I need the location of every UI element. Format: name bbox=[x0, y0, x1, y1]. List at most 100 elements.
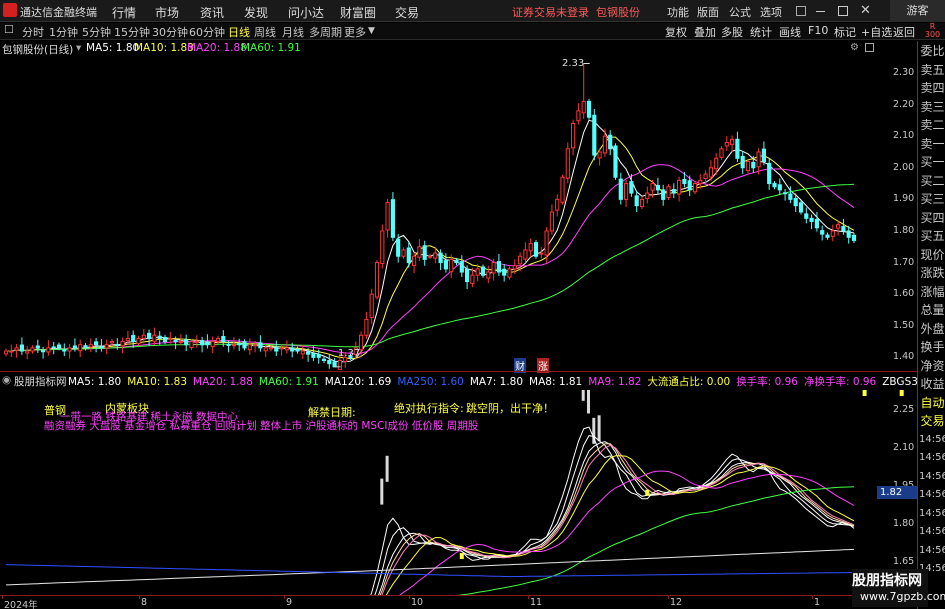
x-tick-mark bbox=[139, 595, 140, 599]
x-tick: 9 bbox=[286, 597, 293, 608]
candle bbox=[30, 345, 35, 354]
btn-biaoji[interactable]: 标记 bbox=[834, 24, 856, 40]
menu-caifuquan[interactable]: 财富圈 bbox=[340, 4, 376, 21]
btn-duogu[interactable]: 多股 bbox=[721, 24, 743, 40]
candle bbox=[14, 344, 19, 358]
btn-tongji[interactable]: 统计 bbox=[750, 24, 772, 40]
period-15min[interactable]: 15分钟 bbox=[114, 24, 150, 40]
period-multi[interactable]: 多周期 bbox=[309, 24, 342, 40]
panel-item: 外盘 bbox=[920, 321, 945, 336]
minimize-icon[interactable] bbox=[816, 11, 825, 12]
candle bbox=[730, 135, 735, 152]
toolbar-tool-icon[interactable] bbox=[796, 6, 806, 16]
period-checkbox-icon[interactable]: ☐ bbox=[4, 23, 14, 36]
close-icon[interactable]: ✕ bbox=[860, 3, 871, 18]
candle bbox=[586, 98, 592, 120]
period-30min[interactable]: 30分钟 bbox=[152, 24, 188, 40]
main-y-tick: 2.20 bbox=[893, 98, 915, 110]
candle bbox=[131, 330, 136, 348]
period-60min[interactable]: 60分钟 bbox=[189, 24, 225, 40]
btn-zixuan[interactable]: +自选 bbox=[861, 24, 892, 40]
candle bbox=[745, 158, 751, 174]
candle bbox=[666, 184, 671, 200]
legend-ma10: MA10: 1.83 bbox=[134, 42, 194, 54]
maximize-icon[interactable] bbox=[838, 6, 848, 16]
ind-legend-item: MA250: 1.60 bbox=[397, 376, 464, 388]
panel-item: 涨幅 bbox=[920, 284, 945, 299]
main-y-tick: 1.80 bbox=[893, 224, 915, 236]
window-toggle-icon[interactable] bbox=[865, 43, 874, 52]
panel-item: 涨跌 bbox=[920, 266, 945, 280]
more-chevron-icon[interactable]: ▼ bbox=[368, 26, 375, 36]
login-status[interactable]: 证券交易未登录 包钢股份 bbox=[512, 4, 640, 20]
candle bbox=[136, 335, 141, 346]
menu-gongshi[interactable]: 公式 bbox=[729, 4, 751, 20]
candle bbox=[385, 198, 390, 238]
main-candlestick-chart[interactable] bbox=[0, 54, 917, 370]
high-price-label: 2.33 bbox=[562, 58, 585, 69]
panel-item: 总量 bbox=[920, 303, 945, 317]
candle bbox=[634, 190, 639, 212]
btn-huaxian[interactable]: 画线 bbox=[779, 24, 801, 40]
stock-link[interactable]: 包钢股份 bbox=[596, 6, 640, 19]
candle bbox=[523, 242, 528, 263]
ind-legend-item: MA60: 1.91 bbox=[258, 376, 319, 388]
menu-gongneng[interactable]: 功能 bbox=[667, 4, 689, 20]
settings-gear-icon[interactable]: ⚙ bbox=[850, 42, 859, 53]
menu-wenxiaoda[interactable]: 问小达 bbox=[288, 4, 324, 21]
menu-shichang[interactable]: 市场 bbox=[155, 4, 179, 21]
ma60-line bbox=[6, 183, 855, 352]
signal-dot bbox=[862, 390, 867, 396]
candle bbox=[99, 339, 104, 352]
candle bbox=[35, 339, 40, 353]
low-price-label: 1.37 bbox=[338, 348, 361, 359]
panel-item: 14:56 bbox=[919, 452, 945, 463]
dropdown-chevron-icon[interactable]: ▾ bbox=[76, 42, 81, 54]
period-day[interactable]: 日线 bbox=[228, 24, 250, 40]
menu-banmian[interactable]: 版面 bbox=[697, 4, 719, 20]
x-tick: 12 bbox=[670, 597, 683, 608]
candle bbox=[279, 344, 284, 356]
main-y-tick: 2.30 bbox=[893, 66, 915, 78]
btn-fanhui[interactable]: 返回 bbox=[893, 24, 915, 40]
candle bbox=[576, 103, 581, 125]
menu-zixun[interactable]: 资讯 bbox=[200, 4, 224, 21]
menu-hangqing[interactable]: 行情 bbox=[112, 4, 136, 21]
panel-item[interactable]: 自动 bbox=[919, 395, 945, 411]
candle bbox=[3, 348, 9, 357]
period-5min[interactable]: 5分钟 bbox=[82, 24, 111, 40]
candle bbox=[624, 179, 629, 207]
candle bbox=[496, 254, 501, 276]
panel-item[interactable]: 交易 bbox=[919, 413, 945, 429]
period-month[interactable]: 月线 bbox=[282, 24, 304, 40]
candle bbox=[804, 207, 809, 224]
candle bbox=[417, 239, 422, 261]
btn-f10[interactable]: F10 bbox=[808, 24, 828, 37]
panel-item: 买一 bbox=[920, 155, 945, 169]
candle bbox=[480, 264, 486, 278]
period-1min[interactable]: 1分钟 bbox=[49, 24, 78, 40]
btn-diejia[interactable]: 叠加 bbox=[694, 24, 716, 40]
menu-xuanxiang[interactable]: 选项 bbox=[760, 4, 782, 20]
candle bbox=[740, 151, 745, 175]
ind-y-tick: 1.65 bbox=[893, 556, 915, 568]
indicator-chart[interactable] bbox=[0, 390, 917, 595]
candle bbox=[560, 174, 565, 205]
indicator-chevron-icon[interactable]: ◉ bbox=[2, 374, 11, 386]
guest-button[interactable]: 游客 bbox=[890, 0, 945, 22]
period-fenshi[interactable]: 分时 bbox=[22, 24, 44, 40]
ind-y-tick: 2.25 bbox=[893, 404, 915, 416]
btn-fuquan[interactable]: 复权 bbox=[665, 24, 687, 40]
candle bbox=[459, 255, 464, 278]
ma5-line bbox=[6, 119, 855, 363]
x-tick: 2024年 bbox=[4, 600, 38, 609]
menu-jiaoyi[interactable]: 交易 bbox=[395, 4, 419, 21]
period-week[interactable]: 周线 bbox=[254, 24, 276, 40]
main-y-tick: 2.10 bbox=[893, 130, 915, 142]
menu-faxian[interactable]: 发现 bbox=[244, 4, 268, 21]
candle bbox=[104, 339, 109, 355]
period-more[interactable]: 更多 bbox=[344, 24, 366, 40]
candle bbox=[321, 356, 327, 364]
candle bbox=[390, 192, 395, 242]
candle bbox=[767, 158, 772, 190]
